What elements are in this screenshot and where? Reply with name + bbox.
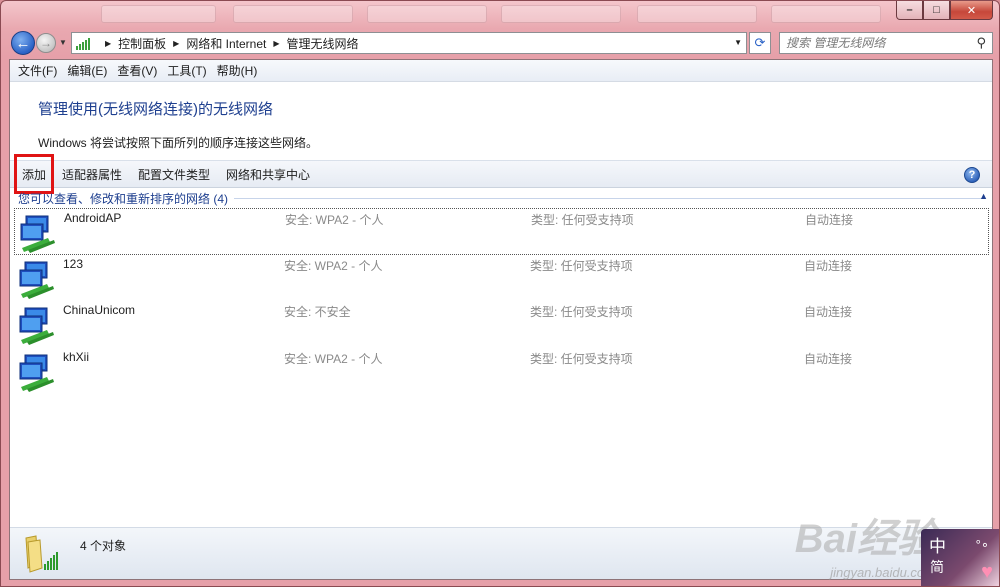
network-name: khXii (63, 349, 90, 364)
page-header: 管理使用(无线网络连接)的无线网络 Windows 将尝试按照下面所列的顺序连接… (10, 82, 992, 160)
caption-buttons: – □ ✕ (896, 1, 993, 20)
background-tab (101, 5, 216, 23)
chevron-right-icon[interactable]: ▶ (173, 39, 179, 48)
network-item-chinaunicom[interactable]: ChinaUnicom 安全: 不安全 类型: 任何受支持项 自动连接 (14, 301, 989, 348)
network-type: 类型: 任何受支持项 (531, 213, 634, 227)
address-bar[interactable]: ▶ 控制面板 ▶ 网络和 Internet ▶ 管理无线网络 ▼ (71, 32, 747, 54)
wireless-network-icon (20, 215, 55, 253)
network-security: 安全: WPA2 - 个人 (285, 213, 384, 227)
network-name: 123 (63, 256, 84, 271)
network-group-header: 您可以查看、修改和重新排序的网络 (4) ▲ (10, 188, 992, 208)
page-title: 管理使用(无线网络连接)的无线网络 (38, 101, 273, 118)
ime-settings-icon: °∘ (975, 537, 989, 552)
chevron-right-icon[interactable]: ▶ (273, 39, 279, 48)
search-box[interactable]: ⚲ (779, 32, 993, 54)
profile-types-button[interactable]: 配置文件类型 (130, 160, 218, 188)
menu-bar: 文件(F) 编辑(E) 查看(V) 工具(T) 帮助(H) (10, 60, 992, 82)
minimize-button[interactable]: – (896, 1, 923, 20)
ime-mode-label: 中 (929, 537, 946, 556)
ime-mode-label-2: 简 (930, 559, 944, 575)
wireless-network-icon (19, 307, 54, 345)
content-frame: 文件(F) 编辑(E) 查看(V) 工具(T) 帮助(H) 管理使用(无线网络连… (9, 59, 993, 580)
network-connect-mode: 自动连接 (804, 305, 853, 319)
collapse-icon[interactable]: ▲ (979, 191, 988, 201)
address-dropdown-icon[interactable]: ▼ (734, 38, 742, 47)
group-label: 您可以查看、修改和重新排序的网络 (4) (18, 191, 229, 206)
heart-icon: ♥ (981, 561, 993, 583)
wireless-folder-icon (25, 535, 58, 573)
watermark-url: jingyan.baidu.com (830, 565, 935, 580)
wireless-signal-icon (76, 37, 92, 50)
menu-tools[interactable]: 工具(T) (162, 62, 211, 79)
chevron-right-icon: ▶ (105, 38, 112, 48)
close-button[interactable]: ✕ (950, 1, 993, 20)
wireless-network-icon (19, 354, 54, 392)
network-type: 类型: 任何受支持项 (530, 305, 633, 319)
background-tab (367, 5, 487, 23)
network-security: 安全: WPA2 - 个人 (284, 351, 383, 366)
breadcrumb-control-panel[interactable]: 控制面板 (118, 35, 166, 52)
wireless-network-icon (19, 261, 54, 299)
group-divider (234, 197, 982, 199)
network-security: 安全: 不安全 (284, 305, 351, 319)
network-type: 类型: 任何受支持项 (530, 258, 633, 273)
explorer-window: – □ ✕ ← → ▼ ▶ 控制面板 ▶ 网络和 Internet ▶ 管理无线… (0, 0, 1000, 587)
watermark: Bai经验 (794, 517, 937, 561)
breadcrumb-network-internet[interactable]: 网络和 Internet (186, 35, 266, 52)
network-connect-mode: 自动连接 (804, 351, 853, 366)
background-tab (233, 5, 353, 23)
network-name: AndroidAP (64, 211, 122, 225)
search-input[interactable] (786, 36, 966, 50)
menu-view[interactable]: 查看(V) (112, 62, 162, 79)
maximize-button[interactable]: □ (923, 1, 950, 20)
network-sharing-center-button[interactable]: 网络和共享中心 (218, 160, 318, 188)
back-button[interactable]: ← (11, 31, 35, 55)
page-subtitle: Windows 将尝试按照下面所列的顺序连接这些网络。 (38, 136, 319, 150)
network-item-khxii[interactable]: khXii 安全: WPA2 - 个人 类型: 任何受支持项 自动连接 (14, 348, 989, 395)
menu-file[interactable]: 文件(F) (13, 62, 62, 79)
ime-indicator[interactable]: 中 简 °∘ ♥ (921, 529, 999, 586)
breadcrumb-manage-wireless[interactable]: 管理无线网络 (287, 35, 359, 52)
background-tab (637, 5, 757, 23)
background-tab (771, 5, 881, 23)
title-bar: – □ ✕ (1, 1, 1000, 27)
network-item-123[interactable]: 123 安全: WPA2 - 个人 类型: 任何受支持项 自动连接 (14, 255, 989, 302)
search-icon[interactable]: ⚲ (976, 35, 986, 51)
object-count: 4 个对象 (80, 539, 127, 553)
recent-pages-dropdown-icon[interactable]: ▼ (59, 38, 67, 47)
network-security: 安全: WPA2 - 个人 (284, 258, 383, 273)
help-icon[interactable]: ? (964, 167, 980, 183)
forward-button[interactable]: → (36, 33, 56, 53)
navigation-bar: ← → ▼ ▶ 控制面板 ▶ 网络和 Internet ▶ 管理无线网络 ▼ ⟳… (1, 29, 1000, 57)
command-bar: 添加 适配器属性 配置文件类型 网络和共享中心 ? (10, 154, 992, 194)
menu-help[interactable]: 帮助(H) (212, 62, 263, 79)
background-tab (501, 5, 621, 23)
refresh-button[interactable]: ⟳ (749, 32, 771, 54)
adapter-properties-button[interactable]: 适配器属性 (54, 160, 130, 188)
network-connect-mode: 自动连接 (805, 213, 854, 227)
network-type: 类型: 任何受支持项 (530, 351, 633, 366)
breadcrumb: ▶ 控制面板 ▶ 网络和 Internet ▶ 管理无线网络 (98, 35, 359, 52)
network-name: ChinaUnicom (63, 303, 136, 317)
network-item-androidap[interactable]: AndroidAP 安全: WPA2 - 个人 类型: 任何受支持项 自动连接 (14, 208, 989, 255)
network-connect-mode: 自动连接 (804, 258, 853, 273)
menu-edit[interactable]: 编辑(E) (62, 62, 112, 79)
